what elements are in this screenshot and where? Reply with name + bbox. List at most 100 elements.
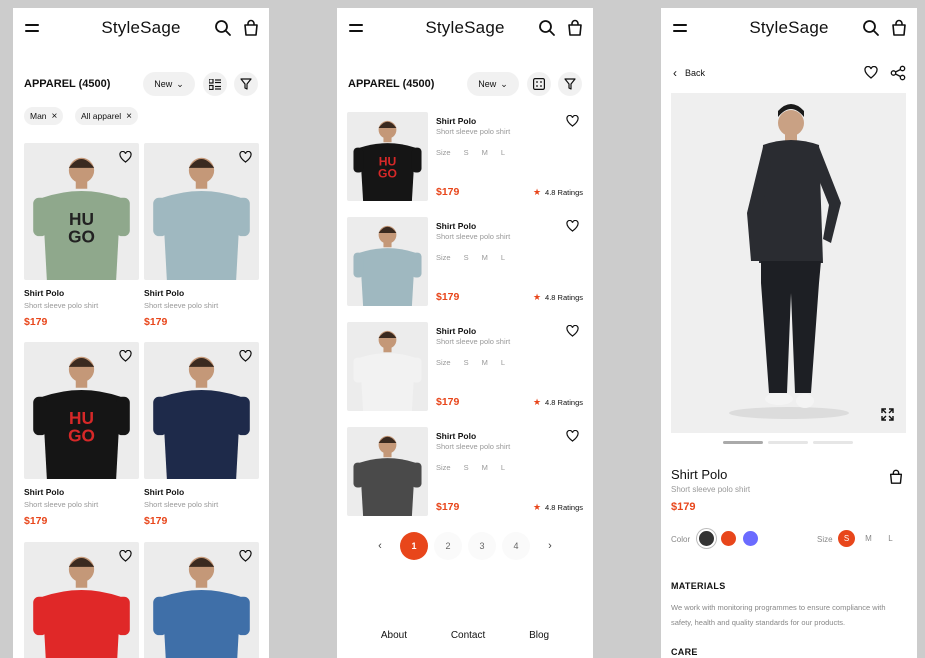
- svg-text:GO: GO: [68, 226, 95, 246]
- share-icon[interactable]: [890, 65, 906, 81]
- heart-icon[interactable]: [566, 219, 579, 232]
- close-icon[interactable]: ×: [126, 111, 132, 122]
- back-button[interactable]: ‹ Back: [673, 66, 705, 80]
- product-card[interactable]: [24, 542, 139, 658]
- shopping-bag-icon[interactable]: [566, 19, 584, 37]
- product-image[interactable]: [24, 542, 139, 658]
- product-price: $179: [436, 396, 460, 408]
- product-card[interactable]: [144, 542, 259, 658]
- list-view-toggle[interactable]: [203, 72, 227, 96]
- product-image[interactable]: HU GO: [347, 112, 428, 201]
- heart-icon[interactable]: [566, 324, 579, 337]
- color-swatch-blue[interactable]: [743, 531, 758, 546]
- size-option[interactable]: L: [501, 148, 505, 157]
- page-button-4[interactable]: 4: [502, 532, 530, 560]
- heart-icon[interactable]: [566, 114, 579, 127]
- footer-link-about[interactable]: About: [381, 630, 407, 641]
- size-option[interactable]: S: [464, 358, 469, 367]
- rating-text: 4.8 Ratings: [545, 188, 583, 197]
- size-option[interactable]: M: [482, 148, 488, 157]
- heart-icon[interactable]: [239, 549, 252, 562]
- size-option-l[interactable]: L: [882, 530, 899, 547]
- product-image[interactable]: [144, 342, 259, 479]
- filter-button[interactable]: [558, 72, 582, 96]
- size-option[interactable]: S: [464, 253, 469, 262]
- rating-text: 4.8 Ratings: [545, 503, 583, 512]
- product-card[interactable]: Shirt Polo Short sleeve polo shirt $179: [144, 143, 259, 328]
- product-image[interactable]: HU GO: [24, 342, 139, 479]
- care-heading[interactable]: CARE: [671, 647, 698, 657]
- product-price: $179: [436, 291, 460, 303]
- product-subtitle: Short sleeve polo shirt: [24, 301, 99, 310]
- heart-icon[interactable]: [566, 429, 579, 442]
- star-icon: ★: [532, 397, 542, 407]
- star-icon: ★: [532, 187, 542, 197]
- heart-icon[interactable]: [239, 349, 252, 362]
- size-option[interactable]: M: [482, 463, 488, 472]
- list-item[interactable]: Shirt Polo Short sleeve polo shirt Size S M L…: [347, 427, 583, 517]
- product-card[interactable]: HU GO Shirt Polo Short sleeve polo shirt $1…: [24, 342, 139, 527]
- grid-view-toggle[interactable]: [527, 72, 551, 96]
- product-subtitle: Short sleeve polo shirt: [144, 301, 219, 310]
- close-icon[interactable]: ×: [52, 111, 58, 122]
- page-button-2[interactable]: 2: [434, 532, 462, 560]
- product-image[interactable]: [144, 542, 259, 658]
- expand-icon[interactable]: [881, 408, 894, 421]
- search-icon[interactable]: [214, 19, 232, 37]
- chip-all-apparel[interactable]: All apparel ×: [75, 107, 139, 125]
- svg-text:GO: GO: [378, 167, 397, 181]
- product-image[interactable]: [347, 217, 428, 306]
- filter-button[interactable]: [234, 72, 258, 96]
- size-option[interactable]: L: [501, 358, 505, 367]
- size-option[interactable]: L: [501, 463, 505, 472]
- carousel-indicator[interactable]: [723, 441, 853, 444]
- color-swatch-orange[interactable]: [721, 531, 736, 546]
- search-icon[interactable]: [862, 19, 880, 37]
- next-page-button[interactable]: ›: [536, 532, 564, 560]
- shopping-bag-icon[interactable]: [890, 19, 908, 37]
- heart-icon[interactable]: [119, 150, 132, 163]
- product-name: Shirt Polo: [436, 431, 477, 441]
- page-button-3[interactable]: 3: [468, 532, 496, 560]
- product-subtitle: Short sleeve polo shirt: [24, 500, 99, 509]
- product-card[interactable]: Shirt Polo Short sleeve polo shirt $179: [144, 342, 259, 527]
- sort-dropdown[interactable]: New ⌄: [467, 72, 519, 96]
- list-item[interactable]: HU GO Shirt Polo Short sleeve polo shirt Si…: [347, 112, 583, 202]
- heart-icon[interactable]: [239, 150, 252, 163]
- product-hero-image[interactable]: [671, 93, 906, 433]
- size-option-s[interactable]: S: [838, 530, 855, 547]
- add-to-bag-icon[interactable]: [888, 468, 904, 486]
- product-card[interactable]: HU GO Shirt Polo Short sleeve polo shirt $1…: [24, 143, 139, 328]
- product-price: $179: [144, 515, 168, 527]
- heart-icon[interactable]: [119, 349, 132, 362]
- heart-icon[interactable]: [864, 66, 878, 79]
- size-option[interactable]: S: [464, 148, 469, 157]
- chip-man[interactable]: Man ×: [24, 107, 64, 125]
- size-option[interactable]: L: [501, 253, 505, 262]
- size-option[interactable]: M: [482, 253, 488, 262]
- color-swatch-dark[interactable]: [699, 531, 714, 546]
- back-label: Back: [685, 68, 706, 78]
- shopping-bag-icon[interactable]: [242, 19, 260, 37]
- page-button-1[interactable]: 1: [400, 532, 428, 560]
- search-icon[interactable]: [538, 19, 556, 37]
- chevron-left-icon: ‹: [673, 66, 677, 80]
- product-image[interactable]: [144, 143, 259, 280]
- size-option-m[interactable]: M: [860, 530, 877, 547]
- product-image[interactable]: [347, 427, 428, 516]
- product-name: Shirt Polo: [24, 288, 65, 298]
- sort-dropdown[interactable]: New ⌄: [143, 72, 195, 96]
- product-name: Shirt Polo: [144, 288, 185, 298]
- prev-page-button[interactable]: ‹: [366, 532, 394, 560]
- footer-link-blog[interactable]: Blog: [529, 630, 549, 641]
- footer-link-contact[interactable]: Contact: [451, 630, 485, 641]
- size-option[interactable]: M: [482, 358, 488, 367]
- rating: ★ 4.8 Ratings: [533, 187, 583, 198]
- product-image[interactable]: HU GO: [24, 143, 139, 280]
- product-image[interactable]: [347, 322, 428, 411]
- list-item[interactable]: Shirt Polo Short sleeve polo shirt Size S M L…: [347, 217, 583, 307]
- size-option[interactable]: S: [464, 463, 469, 472]
- detail-screen: StyleSage ‹ Back Shirt Polo Short sleeve…: [661, 8, 917, 658]
- list-item[interactable]: Shirt Polo Short sleeve polo shirt Size S M L…: [347, 322, 583, 412]
- heart-icon[interactable]: [119, 549, 132, 562]
